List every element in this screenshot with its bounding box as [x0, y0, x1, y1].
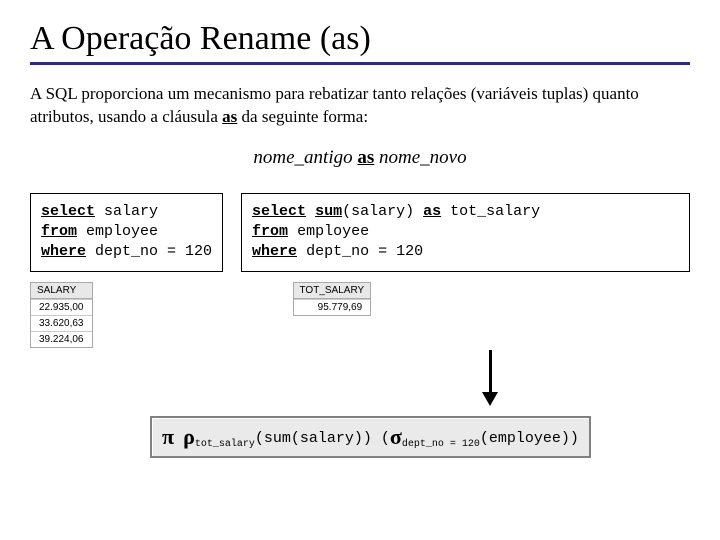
- code-text: employee: [288, 223, 369, 240]
- intro-paragraph: A SQL proporciona um mecanismo para reba…: [30, 83, 690, 129]
- syntax-old-name: nome_antigo: [253, 147, 352, 168]
- rho-symbol: ρ: [183, 424, 195, 449]
- kw-from: from: [252, 223, 288, 240]
- table-cell: 95.779,69: [294, 299, 371, 315]
- kw-from: from: [41, 223, 77, 240]
- kw-where: where: [41, 243, 86, 260]
- code-text: [306, 203, 315, 220]
- pi-symbol: π: [162, 424, 174, 449]
- code-text: employee: [77, 223, 158, 240]
- code-text: salary: [95, 203, 158, 220]
- code-text: dept_no = 120: [297, 243, 423, 260]
- table-salary: SALARY 22.935,00 33.620,63 39.224,06: [30, 282, 93, 348]
- kw-select: select: [252, 203, 306, 220]
- table-cell: 22.935,00: [31, 299, 92, 315]
- table-cell: 39.224,06: [31, 331, 92, 347]
- kw-where: where: [252, 243, 297, 260]
- code-columns: select salary from employee where dept_n…: [30, 193, 690, 272]
- formula-mid: (sum(salary)): [255, 430, 372, 447]
- sigma-symbol: σ: [390, 424, 402, 449]
- table-cell: 33.620,63: [31, 315, 92, 331]
- sigma-subscript: dept_no = 120: [402, 439, 480, 450]
- intro-keyword-as: as: [222, 107, 237, 126]
- syntax-keyword-as: as: [357, 147, 374, 168]
- kw-select: select: [41, 203, 95, 220]
- kw-as: as: [423, 203, 441, 220]
- title-rule: [30, 62, 690, 65]
- table-header: TOT_SALARY: [294, 283, 371, 299]
- syntax-new-name: nome_novo: [379, 147, 467, 168]
- intro-text-2: da seguinte forma:: [237, 107, 368, 126]
- kw-sum: sum: [315, 203, 342, 220]
- code-right: select sum(salary) as tot_salary from em…: [241, 193, 690, 272]
- code-left: select salary from employee where dept_n…: [30, 193, 223, 272]
- code-text: dept_no = 120: [86, 243, 212, 260]
- page-title: A Operação Rename (as): [30, 20, 690, 58]
- code-text: tot_salary: [441, 203, 540, 220]
- arrow-down-icon: [470, 350, 510, 406]
- formula-tail: (employee)): [480, 430, 579, 447]
- table-header: SALARY: [31, 283, 92, 299]
- syntax-line: nome_antigo as nome_novo: [30, 147, 690, 169]
- code-text: (salary): [342, 203, 423, 220]
- table-tot-salary: TOT_SALARY 95.779,69: [293, 282, 372, 316]
- result-tables: SALARY 22.935,00 33.620,63 39.224,06 TOT…: [30, 282, 690, 348]
- rho-subscript: tot_salary: [195, 439, 255, 450]
- relational-algebra-formula: π ρtot_salary(sum(salary)) (σdept_no = 1…: [150, 416, 591, 458]
